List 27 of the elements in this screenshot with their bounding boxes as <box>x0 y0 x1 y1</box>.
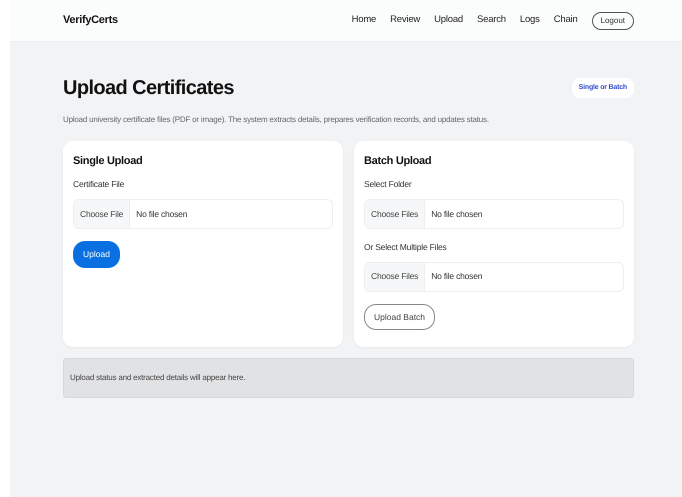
nav-link[interactable]: Upload <box>434 13 463 28</box>
field-label: Or Select Multiple Files <box>364 240 448 254</box>
page-description: Upload university certificate files (PDF or image). The system extracts details, prepares verification records, and updates status. <box>63 114 490 126</box>
card-title: Batch Upload <box>364 155 432 168</box>
choose-file-button[interactable]: Choose File <box>74 200 130 228</box>
card-title: Single Upload <box>73 155 144 168</box>
file-field[interactable]: Choose Files No file chosen <box>364 198 624 229</box>
logout-button[interactable]: Logout <box>592 12 634 30</box>
file-status-text: No file chosen <box>135 208 188 220</box>
choose-file-button[interactable]: Choose Files <box>365 262 426 291</box>
file-status-text: No file chosen <box>430 208 482 220</box>
upload-button[interactable]: Upload Batch <box>364 304 436 330</box>
brand-name[interactable]: VerifyCerts <box>63 12 118 29</box>
nav-link[interactable]: Home <box>352 13 376 28</box>
file-status-text: No file chosen <box>430 270 482 284</box>
upload-button[interactable]: Upload <box>73 240 120 268</box>
nav-link[interactable]: Chain <box>554 13 578 28</box>
field-label: Select Folder <box>364 178 412 191</box>
field-label: Certificate File <box>73 178 126 191</box>
file-field[interactable]: Choose Files No file chosen <box>364 262 624 292</box>
nav-link[interactable]: Logs <box>520 13 540 28</box>
choose-file-button[interactable]: Choose Files <box>365 200 426 228</box>
file-field[interactable]: Choose File No file chosen <box>73 198 333 229</box>
status-message: Upload status and extracted details will appear here. <box>63 358 634 398</box>
page-title: Upload Certificates <box>63 76 234 100</box>
nav-link[interactable]: Review <box>390 13 420 28</box>
nav-link[interactable]: Search <box>476 13 506 28</box>
